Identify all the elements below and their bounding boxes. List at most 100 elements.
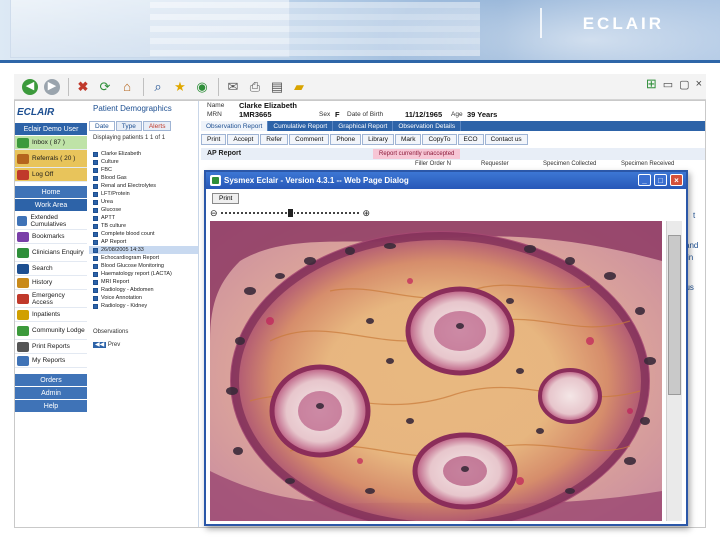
nav-home-header[interactable]: Home	[15, 186, 87, 198]
action-eco-button[interactable]: ECO	[457, 134, 484, 145]
tab-observation-report[interactable]: Observation Report	[201, 121, 269, 131]
zoom-in-icon[interactable]: ⊕	[362, 208, 370, 219]
nav-item-history[interactable]: History	[15, 276, 87, 290]
nav-item-log-off[interactable]: Log Off	[15, 168, 87, 182]
zoom-out-icon[interactable]: ⊖	[210, 208, 218, 219]
search-icon	[17, 263, 29, 274]
history-button[interactable]: ◉	[192, 77, 212, 97]
action-mark-button[interactable]: Mark	[395, 134, 422, 145]
action-comment-button[interactable]: Comment	[289, 134, 330, 145]
tab-observation-details[interactable]: Observation Details	[393, 121, 462, 131]
observations-label: Observations	[93, 329, 129, 335]
report-list-item[interactable]: TB culture	[89, 222, 198, 230]
favorites-button[interactable]: ★	[170, 77, 190, 97]
report-list-item[interactable]: Echocardiogram Report	[89, 254, 198, 262]
report-list-item[interactable]: Renal and Electrolytes	[89, 182, 198, 190]
dialog-minimize-button[interactable]: _	[638, 174, 651, 186]
tab-date[interactable]: Date	[89, 121, 115, 131]
back-button[interactable]: ◀	[20, 77, 40, 97]
refresh-button[interactable]: ⟳	[95, 77, 115, 97]
forward-button[interactable]: ▶	[42, 77, 62, 97]
action-copyto-button[interactable]: CopyTo	[422, 134, 457, 145]
nav-item-print-reports[interactable]: Print Reports	[15, 340, 87, 354]
report-list-item[interactable]: Urea	[89, 198, 198, 206]
window-controls: ⊞ ▭ ▢ ×	[640, 76, 702, 92]
nav-item-referrals[interactable]: Referrals ( 20 )	[15, 150, 87, 168]
mail-button[interactable]: ✉	[223, 77, 243, 97]
dialog-maximize-button[interactable]: □	[654, 174, 667, 186]
tab-alerts[interactable]: Alerts	[142, 121, 172, 131]
nav-help-header[interactable]: Help	[15, 400, 87, 412]
report-list-item[interactable]: Haematology report (LACTA)	[89, 270, 198, 278]
report-list-label: Radiology - Kidney	[101, 303, 148, 309]
tab-cumulative-report[interactable]: Cumulative Report	[268, 121, 334, 131]
search-button[interactable]: ⌕	[148, 77, 168, 97]
report-list-item[interactable]: Culture	[89, 158, 198, 166]
report-list-item[interactable]: Blood Glucose Monitoring	[89, 262, 198, 270]
nav-orders-header[interactable]: Orders	[15, 374, 87, 386]
nav-item-bookmarks[interactable]: Bookmarks	[15, 230, 87, 244]
dialog-title-bar[interactable]: Sysmex Eclair - Version 4.3.1 -- Web Pag…	[206, 172, 686, 189]
nav-item-extended-cumulatives[interactable]: Extended Cumulatives	[15, 212, 87, 230]
close-icon[interactable]: ×	[696, 78, 702, 90]
report-type-icon	[93, 295, 98, 301]
report-type-icon	[93, 159, 98, 165]
bookmarks-icon	[17, 231, 29, 242]
report-list-item[interactable]: 26/08/2005 14:33	[89, 246, 198, 254]
nav-item-emergency-access[interactable]: Emergency Access	[15, 290, 87, 308]
report-list-item[interactable]: Glucose	[89, 206, 198, 214]
dialog-close-button[interactable]: ×	[670, 174, 683, 186]
report-list-item[interactable]: Voice Annotation	[89, 294, 198, 302]
action-library-button[interactable]: Library	[362, 134, 395, 145]
stop-button[interactable]: ✖	[73, 77, 93, 97]
dialog-scrollbar[interactable]	[666, 221, 682, 521]
report-list-item[interactable]: APTT	[89, 214, 198, 222]
tab-type[interactable]: Type	[115, 121, 142, 131]
inbox-icon	[17, 137, 29, 148]
scrollbar-thumb[interactable]	[668, 235, 681, 395]
report-list-item[interactable]: LFT/Protein	[89, 190, 198, 198]
restore-icon[interactable]: ▢	[679, 78, 689, 91]
report-list-item[interactable]: Radiology - Kidney	[89, 302, 198, 310]
report-list-label: Voice Annotation	[101, 295, 142, 301]
nav-item-community-lodge[interactable]: Community Lodge	[15, 322, 87, 340]
discuss-button[interactable]: ▰	[289, 77, 309, 97]
dialog-print-button[interactable]: Print	[212, 193, 240, 204]
windows-flag-icon: ⊞	[645, 76, 657, 91]
nav-work-area-header: Work Area	[15, 199, 87, 211]
report-list-item[interactable]: Blood Gas	[89, 174, 198, 182]
minimize-icon[interactable]: ▭	[663, 78, 673, 91]
nav-item-inbox[interactable]: Inbox ( 87 )	[15, 136, 87, 150]
nav-item-my-reports[interactable]: My Reports	[15, 354, 87, 368]
report-list-item[interactable]: AP Report	[89, 238, 198, 246]
tab-graphical-report[interactable]: Graphical Report	[333, 121, 394, 131]
action-phone-button[interactable]: Phone	[330, 134, 362, 145]
nav-item-label: History	[32, 279, 53, 286]
report-list-item[interactable]: FBC	[89, 166, 198, 174]
report-list-item[interactable]: Radiology - Abdomen	[89, 286, 198, 294]
nav-item-label: Search	[32, 265, 53, 272]
edit-button[interactable]: ▤	[267, 77, 287, 97]
toolbar-separator	[68, 77, 69, 96]
nav-admin-header[interactable]: Admin	[15, 387, 87, 399]
print-button[interactable]: ⎙	[245, 77, 265, 97]
report-type-icon	[93, 207, 98, 213]
report-list-item[interactable]: Complete blood count	[89, 230, 198, 238]
report-list-item[interactable]: MRI Report	[89, 278, 198, 286]
zoom-slider[interactable]: ⊖ ⊕	[210, 207, 370, 219]
patient-dob: 11/12/1965	[405, 110, 443, 119]
zoom-thumb[interactable]	[286, 208, 294, 218]
nav-item-clinicians-enquiry[interactable]: Clinicians Enquiry	[15, 244, 87, 262]
action-accept-button[interactable]: Accept	[227, 134, 260, 145]
nav-item-inpatients[interactable]: Inpatients	[15, 308, 87, 322]
action-print-button[interactable]: Print	[201, 134, 227, 145]
zoom-track[interactable]	[220, 208, 360, 218]
action-refer-button[interactable]: Refer	[260, 134, 289, 145]
prev-page-link[interactable]: ◀◀ Prev	[93, 341, 120, 348]
action-contact-us-button[interactable]: Contact us	[484, 134, 528, 145]
nav-item-label: Clinicians Enquiry	[32, 249, 84, 256]
home-button[interactable]: ⌂	[117, 77, 137, 97]
report-list-label: Clarke Elizabeth	[101, 151, 142, 157]
nav-item-search[interactable]: Search	[15, 262, 87, 276]
report-list-item[interactable]: Clarke Elizabeth	[89, 150, 198, 158]
